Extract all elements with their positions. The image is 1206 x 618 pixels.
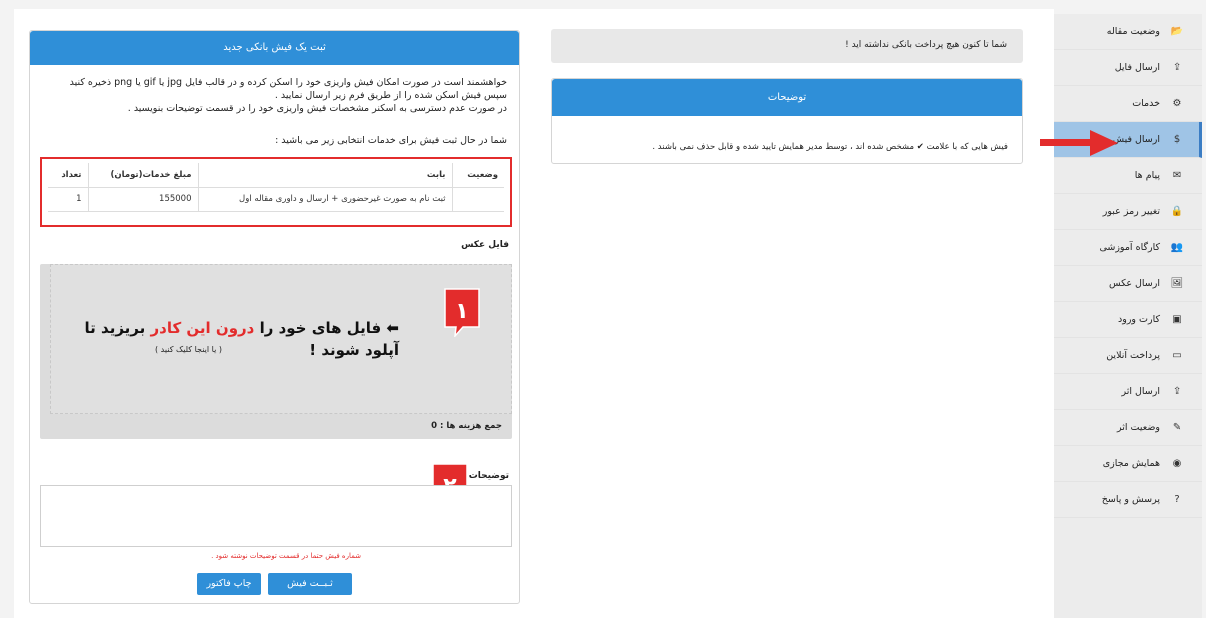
description-panel-text: فیش هایی که با علامت ✔ مشخص شده اند ، تو… (652, 142, 1008, 152)
table-row: ثبت نام به صورت غیرحضوری + ارسال و داوری… (48, 187, 504, 212)
notes-label: توضیحات (468, 471, 509, 481)
upload-box-icon: ⇪ (1172, 386, 1182, 397)
upload-dropzone[interactable]: ۱ ⬅ فایل های خود را درون این کادر بریزید… (50, 264, 512, 414)
sidebar-item-1[interactable]: 📂 وضعیت مقاله (1054, 14, 1202, 50)
notes-textarea[interactable] (40, 485, 512, 547)
sidebar-item-label: ارسال عکس (1108, 278, 1160, 289)
receipt-number-warning: شماره فیش حتما در قسمت توضیحات نوشته شود… (211, 552, 361, 560)
sidebar-item-12[interactable]: ✎ وضعیت اثر (1054, 410, 1202, 446)
sidebar-item-14[interactable]: ? پرسش و پاسخ (1054, 482, 1202, 518)
envelope-icon: ✉ (1172, 170, 1182, 181)
sidebar-item-10[interactable]: ▭ پرداخت آنلاین (1054, 338, 1202, 374)
dropzone-instruction: ⬅ فایل های خود را درون این کادر بریزید ت… (85, 317, 399, 361)
dropzone-text-a: فایل های خود را (254, 319, 382, 337)
intro-text: خواهشمند است در صورت امکان فیش واریزی خو… (37, 76, 507, 115)
services-table-highlight: وضعیت بابت مبلغ خدمات(تومان) تعداد ثبت ن… (40, 157, 512, 227)
lock-icon: 🔒 (1170, 206, 1184, 217)
arrow-left-icon: ⬅ (381, 319, 399, 337)
sidebar-item-label: همایش مجازی (1102, 458, 1160, 469)
photo-file-label: فایل عکس (461, 240, 509, 250)
row-amount: 155000 (88, 187, 199, 212)
dropzone-text-line2: آپلود شوند ! (309, 341, 399, 359)
submit-receipt-button[interactable]: ثـبــت فیش (268, 573, 352, 595)
services-table: وضعیت بابت مبلغ خدمات(تومان) تعداد ثبت ن… (48, 163, 504, 212)
sidebar-item-9[interactable]: ▣ کارت ورود (1054, 302, 1202, 338)
sidebar-item-3[interactable]: ⚙ خدمات (1054, 86, 1202, 122)
services-icon: ⚙ (1172, 98, 1182, 109)
id-card-icon: ▣ (1172, 314, 1182, 325)
sidebar-item-label: پرسش و پاسخ (1101, 494, 1160, 505)
step-1-number: ۱ (455, 299, 468, 324)
row-title: ثبت نام به صورت غیرحضوری + ارسال و داوری… (198, 187, 453, 212)
users-icon: 👥 (1170, 242, 1184, 253)
credit-card-icon: ▭ (1172, 350, 1182, 361)
col-status: وضعیت (452, 163, 504, 188)
total-cost: جمع هزینه ها : 0 (431, 421, 502, 431)
no-payments-alert: شما تا کنون هیچ پرداخت بانکی نداشته اید … (551, 29, 1023, 63)
sidebar-item-label: کارگاه آموزشی (1099, 242, 1160, 253)
intro-line-3: در صورت عدم دسترسی به اسکنر مشخصات فیش و… (127, 103, 507, 114)
sidebar-item-label: وضعیت مقاله (1106, 26, 1160, 37)
sidebar-item-label: ارسال اثر (1121, 386, 1160, 397)
sidebar-item-label: تغییر رمز عبور (1102, 206, 1160, 217)
sidebar-item-11[interactable]: ⇪ ارسال اثر (1054, 374, 1202, 410)
globe-icon: ◉ (1172, 458, 1182, 469)
arrow-pointer-icon (1040, 130, 1118, 156)
sidebar-item-label: وضعیت اثر (1117, 422, 1160, 433)
col-amount: مبلغ خدمات(تومان) (88, 163, 199, 188)
sidebar-item-label: خدمات (1132, 98, 1160, 109)
question-icon: ? (1174, 494, 1180, 505)
dropzone-text-red: درون این کادر (150, 319, 255, 337)
sidebar-item-label: پیام ها (1134, 170, 1160, 181)
sidebar-item-label: پرداخت آنلاین (1106, 350, 1160, 361)
new-receipt-panel: ثبت یک فیش بانکی جدید خواهشمند است در صو… (29, 30, 520, 604)
upload-icon: ⇪ (1172, 62, 1182, 73)
row-count: 1 (48, 187, 89, 212)
sidebar-item-6[interactable]: 🔒 تغییر رمز عبور (1054, 194, 1202, 230)
intro-line-1: خواهشمند است در صورت امکان فیش واریزی خو… (69, 77, 507, 88)
sidebar-item-2[interactable]: ⇪ ارسال فایل (1054, 50, 1202, 86)
sidebar-item-13[interactable]: ◉ همایش مجازی (1054, 446, 1202, 482)
upload-area: ۱ ⬅ فایل های خود را درون این کادر بریزید… (40, 264, 512, 439)
top-strip (0, 0, 1206, 9)
services-intro: شما در حال ثبت فیش برای خدمات انتخابی زی… (275, 135, 507, 146)
sidebar-item-7[interactable]: 👥 کارگاه آموزشی (1054, 230, 1202, 266)
description-panel-title: توضیحات (552, 79, 1022, 116)
step-1-badge-icon: ۱ (444, 288, 480, 337)
row-status (452, 187, 504, 212)
dropzone-click-hint[interactable]: ( یا اینجا کلیک کنید ) (155, 345, 222, 354)
sidebar-item-label: ارسال فایل (1114, 62, 1160, 73)
table-header-row: وضعیت بابت مبلغ خدمات(تومان) تعداد (48, 163, 504, 188)
description-panel: توضیحات فیش هایی که با علامت ✔ مشخص شده … (551, 78, 1023, 164)
intro-line-2: سپس فیش اسکن شده را از طریق فرم زیر ارسا… (274, 90, 507, 101)
sidebar: 📂 وضعیت مقاله ⇪ ارسال فایل ⚙ خدمات $ ارسال فیش ✉… (1054, 14, 1202, 618)
print-invoice-button[interactable]: چاپ فاکتور (197, 573, 261, 595)
alert-text: شما تا کنون هیچ پرداخت بانکی نداشته اید … (845, 40, 1007, 50)
new-receipt-title: ثبت یک فیش بانکی جدید (30, 31, 519, 65)
dollar-icon: $ (1173, 134, 1181, 145)
image-icon: 🖼 (1170, 278, 1184, 289)
edit-icon: ✎ (1172, 422, 1182, 433)
sidebar-item-label: کارت ورود (1118, 314, 1160, 325)
col-count: تعداد (48, 163, 89, 188)
folder-open-icon: 📂 (1170, 26, 1184, 37)
sidebar-item-5[interactable]: ✉ پیام ها (1054, 158, 1202, 194)
col-title: بابت (198, 163, 453, 188)
dropzone-text-b: بریزید تا (84, 319, 151, 337)
sidebar-item-8[interactable]: 🖼 ارسال عکس (1054, 266, 1202, 302)
